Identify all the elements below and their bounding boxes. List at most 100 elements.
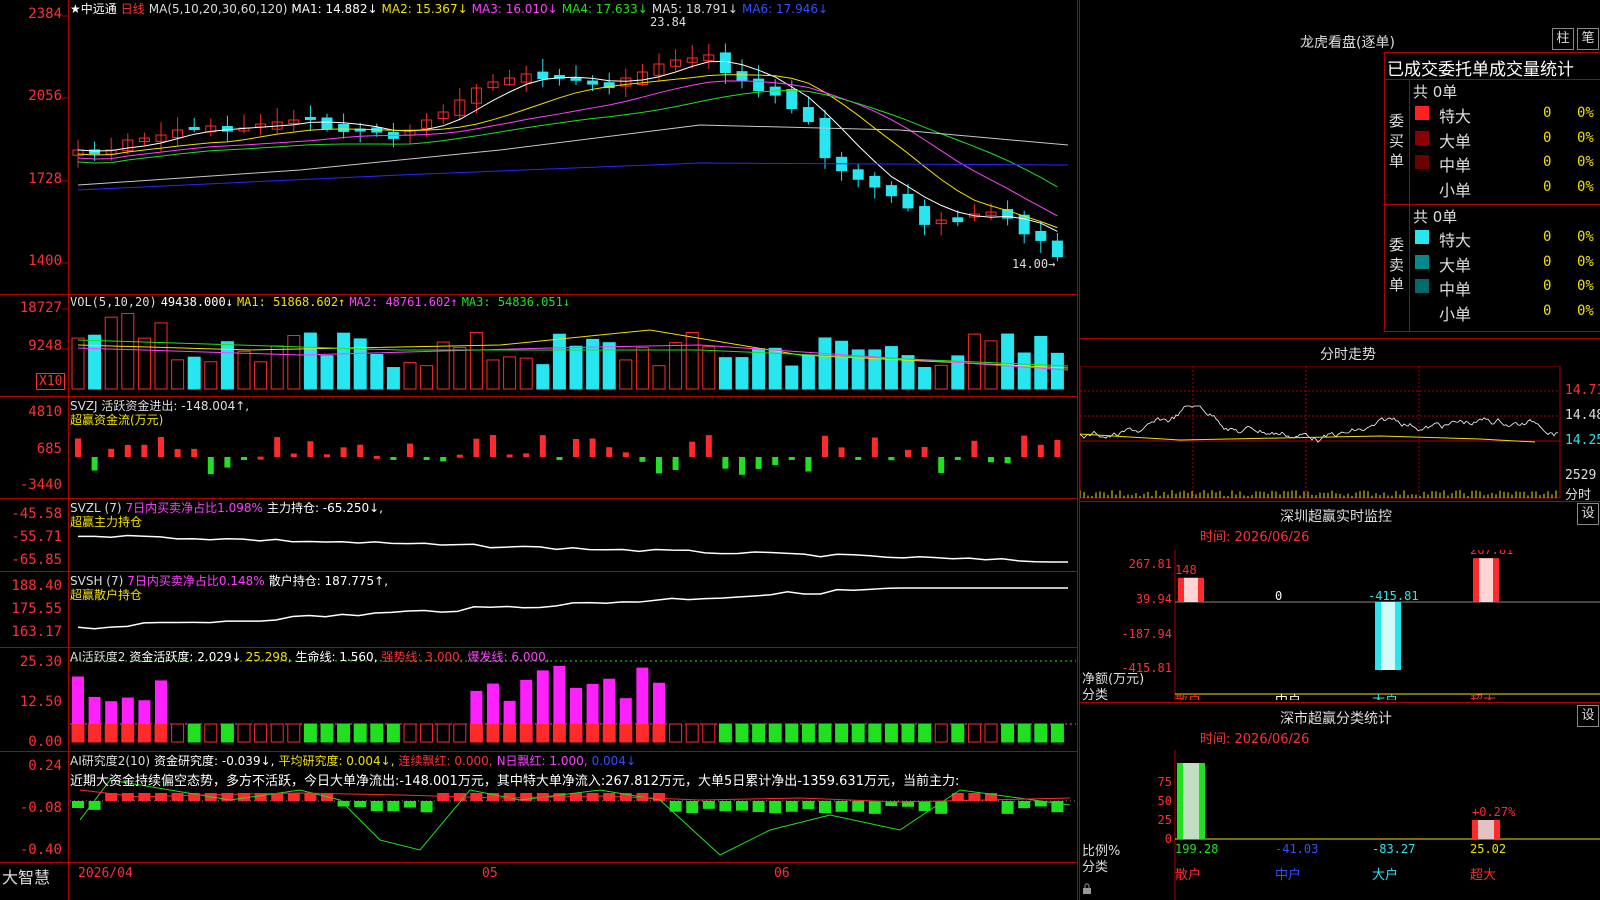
panel4-settings-button[interactable]: 设 — [1577, 705, 1599, 727]
activity-bar — [303, 723, 317, 743]
activity-bar — [105, 701, 118, 724]
stats-bar — [1177, 763, 1205, 839]
fundflow-bar — [141, 444, 148, 457]
ma-set[interactable]: MA(5,10,20,30,60,120) — [149, 2, 288, 16]
svzl-ratio: 7日内买卖净占比1.098% — [125, 501, 263, 515]
candle — [321, 117, 333, 130]
vol-name[interactable]: VOL(5,10,20) — [70, 295, 157, 309]
order-count: 0 — [1543, 278, 1552, 294]
svsh-tick: 163.17 — [11, 624, 62, 640]
activity-bar — [818, 723, 832, 743]
monitor-tick: 39.94 — [1136, 592, 1172, 606]
ai1-lifeline: 生命线: 1.560, — [295, 650, 378, 664]
vol-axis: 18727 9248 — [0, 300, 62, 354]
volume-bar — [768, 347, 782, 390]
ai1-value: 25.298, — [245, 650, 292, 664]
activity-bar — [768, 723, 782, 743]
activity-bar — [287, 723, 301, 743]
fundflow-bar — [390, 457, 397, 460]
monitor-value: -415.81 — [1368, 589, 1419, 603]
volume-bar — [652, 365, 666, 390]
ai2-red: 连续飘红: 0.000, — [398, 754, 493, 768]
research-bar — [918, 801, 931, 812]
candle — [819, 117, 831, 159]
research-bar — [586, 793, 599, 801]
intraday-chart[interactable] — [1080, 366, 1600, 502]
ai1-tick: 12.50 — [19, 694, 62, 710]
panel3-settings-button[interactable]: 设 — [1577, 503, 1599, 525]
stats-tick: 50 — [1158, 794, 1172, 808]
monitor-value: 148 — [1175, 563, 1197, 577]
stats-bar-highlight — [1183, 763, 1199, 839]
activity-bar — [652, 723, 666, 743]
vol-tick: 18727 — [19, 300, 62, 316]
order-size-swatch — [1415, 179, 1429, 194]
fundflow-bar — [871, 437, 878, 457]
volume-bar — [337, 332, 351, 390]
order-size-swatch — [1415, 303, 1429, 318]
realtime-monitor-chart[interactable]: 267.8139.94-187.94-415.81148散户0中户-415.81… — [1080, 550, 1600, 700]
high-annotation: 23.84 — [650, 15, 687, 29]
activity-bar — [1034, 723, 1048, 743]
fundflow-bar — [75, 438, 81, 457]
order-size-swatch — [1415, 155, 1429, 169]
activity-bar — [1001, 723, 1015, 743]
ai2-tick: -0.40 — [19, 842, 62, 858]
activity-bar — [237, 723, 251, 743]
fundflow-bar — [705, 435, 712, 457]
fundflow-bar — [357, 444, 364, 457]
order-stats-subtitle: 已成交委托单成交量统计 — [1387, 60, 1574, 80]
ai1-name[interactable]: AI活跃度2 — [70, 650, 125, 664]
volume-bar — [752, 348, 766, 390]
volume-bar — [420, 365, 434, 390]
ma5-value: MA5: 18.791↓ — [651, 2, 738, 16]
activity-bar — [204, 723, 218, 743]
activity-bar — [718, 723, 732, 743]
volume-bar — [254, 361, 268, 390]
fundflow-bar — [523, 453, 530, 457]
activity-bar — [155, 680, 167, 724]
activity-bar — [635, 723, 649, 743]
volume-bar — [735, 357, 749, 390]
volume-bar — [353, 338, 367, 390]
activity-bar — [72, 676, 84, 724]
volume-bar — [685, 332, 699, 390]
volume-bar — [835, 340, 849, 390]
main-header: ★中远通 日线 MA(5,10,20,30,60,120) MA1: 14.882↓ M… — [70, 0, 832, 17]
activity-bar — [88, 696, 101, 724]
research-bar — [437, 793, 450, 801]
fundflow-bar — [788, 457, 795, 460]
fundflow-bar — [805, 457, 812, 472]
intraday-vol: 2529 — [1565, 468, 1597, 483]
order-size-swatch — [1415, 254, 1429, 269]
research-line — [79, 779, 1071, 856]
order-size-label: 中单 — [1439, 280, 1472, 299]
svsh-axis: 188.40 175.55 163.17 — [0, 578, 62, 640]
fundflow-bar — [739, 457, 745, 475]
order-percent: 0% — [1577, 229, 1594, 245]
candle — [338, 123, 350, 132]
ma1-value: MA1: 14.882↓ — [291, 2, 378, 16]
order-size-label: 大单 — [1439, 131, 1472, 151]
ai2-name[interactable]: AI研究度2(10) — [70, 754, 150, 768]
app-logo: 大智慧 — [2, 868, 51, 887]
candle — [786, 88, 798, 110]
stock-name[interactable]: 中远通 — [81, 2, 117, 16]
monitor-bar — [1375, 602, 1401, 670]
volume-bar — [287, 335, 301, 390]
tick-mode-button[interactable]: 笔 — [1577, 28, 1599, 50]
activity-bar — [636, 667, 649, 724]
research-bar — [702, 801, 715, 809]
activity-bar — [602, 723, 616, 743]
category-stats-chart[interactable]: 75 50 25 0199.28 散户 -41.03 中户 -83.27 大户 25.02 超大 +0… — [1080, 750, 1600, 900]
order-size-swatch — [1415, 279, 1429, 293]
candle — [587, 80, 599, 85]
period-label[interactable]: 日线 — [121, 2, 145, 16]
bar-mode-button[interactable]: 柱 — [1552, 28, 1574, 50]
ai1-tick: 0.00 — [28, 734, 62, 750]
activity-bar — [851, 723, 865, 743]
ma4-value: MA4: 17.633↓ — [561, 2, 648, 16]
research-bar — [785, 801, 798, 812]
volume-bar — [718, 357, 732, 390]
svzl-tick: -45.58 — [11, 506, 62, 522]
